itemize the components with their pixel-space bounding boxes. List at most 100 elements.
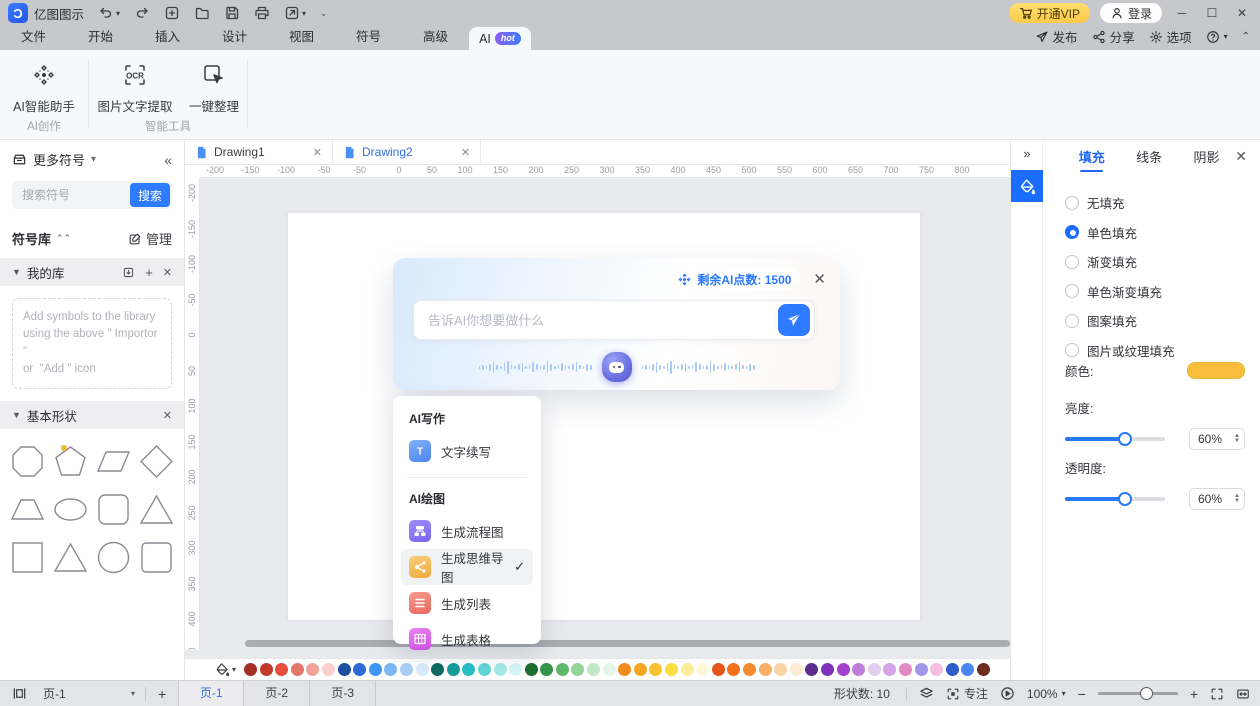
more-symbols-button[interactable]: 更多符号 (33, 150, 85, 169)
maximize-button[interactable]: ☐ (1202, 6, 1222, 20)
color-swatch[interactable] (244, 663, 257, 676)
page-tab[interactable]: 页-2 (244, 681, 310, 706)
horizontal-scrollbar[interactable] (245, 640, 1010, 647)
expand-panel-button[interactable]: » (1011, 146, 1043, 161)
color-swatch[interactable] (946, 663, 959, 676)
color-swatch[interactable] (416, 663, 429, 676)
shape-circle[interactable] (92, 537, 135, 578)
shape-diamond[interactable] (135, 441, 178, 482)
layers-button[interactable] (919, 686, 934, 701)
color-swatch[interactable] (759, 663, 772, 676)
color-swatch[interactable] (400, 663, 413, 676)
format-tab-active[interactable]: 填充 (1063, 141, 1120, 172)
color-swatch[interactable] (556, 663, 569, 676)
color-swatch[interactable] (681, 663, 694, 676)
radio-button[interactable] (1065, 284, 1079, 298)
ai-mascot-icon[interactable] (602, 352, 632, 382)
color-swatch[interactable] (977, 663, 990, 676)
color-swatch[interactable] (961, 663, 974, 676)
color-swatch[interactable] (525, 663, 538, 676)
more-tools-button[interactable]: ⌄ (320, 8, 328, 19)
color-swatch[interactable] (509, 663, 522, 676)
add-symbol-button[interactable]: + (145, 265, 153, 280)
radio-button[interactable] (1065, 255, 1079, 269)
add-page-button[interactable]: + (146, 686, 178, 702)
format-tab-inactive[interactable]: 线条 (1120, 141, 1177, 172)
color-swatch[interactable] (571, 663, 584, 676)
color-swatch[interactable] (353, 663, 366, 676)
ai-send-button[interactable] (778, 304, 810, 336)
color-swatch[interactable] (696, 663, 709, 676)
zoom-slider[interactable] (1098, 692, 1178, 695)
shape-octagon[interactable] (6, 441, 49, 482)
shape-ellipse[interactable] (49, 489, 92, 530)
color-swatch[interactable] (462, 663, 475, 676)
fill-option[interactable]: 单色渐变填充 (1065, 277, 1260, 307)
brightness-slider[interactable] (1065, 437, 1165, 441)
fill-color-tool[interactable]: ▾ (215, 662, 236, 677)
color-swatch[interactable] (852, 663, 865, 676)
close-window-button[interactable]: ✕ (1232, 6, 1252, 20)
fullscreen-button[interactable] (1210, 687, 1224, 701)
ai-assistant-button[interactable]: AI智能助手 (0, 60, 88, 115)
menu-tab-3[interactable]: 插入 (134, 26, 201, 50)
shape-triangle[interactable] (135, 489, 178, 530)
format-tab-inactive[interactable]: 阴影 (1178, 141, 1235, 172)
minimize-button[interactable]: ─ (1172, 6, 1192, 20)
close-ai-dialog-button[interactable]: ✕ (813, 270, 826, 288)
ai-menu-item-list[interactable]: 生成列表 (401, 585, 533, 621)
fit-page-button[interactable] (1236, 687, 1250, 701)
share-button[interactable]: 分享 (1092, 27, 1135, 46)
ai-menu-item-table[interactable]: 生成表格 (401, 621, 533, 657)
color-swatch[interactable] (712, 663, 725, 676)
ai-menu-item-flowchart[interactable]: 生成流程图 (401, 513, 533, 549)
opacity-slider[interactable] (1065, 497, 1165, 501)
document-tab[interactable]: Drawing2✕ (333, 140, 481, 165)
color-swatch[interactable] (727, 663, 740, 676)
shape-triangle[interactable] (49, 537, 92, 578)
collapse-sidebar-button[interactable]: « (164, 152, 172, 168)
symbol-search-button[interactable]: 搜索 (130, 183, 170, 207)
color-swatch[interactable] (743, 663, 756, 676)
radio-button[interactable] (1065, 314, 1079, 328)
vip-button[interactable]: 开通VIP (1009, 3, 1090, 23)
color-swatch[interactable] (868, 663, 881, 676)
color-swatch[interactable] (338, 663, 351, 676)
shape-parallelogram[interactable] (92, 441, 135, 482)
close-document-button[interactable]: ✕ (313, 146, 322, 159)
color-swatch[interactable] (306, 663, 319, 676)
color-swatch[interactable] (821, 663, 834, 676)
close-panel-button[interactable]: ✕ (1235, 148, 1247, 165)
menu-tab-5[interactable]: 视图 (268, 26, 335, 50)
shape-square[interactable] (6, 537, 49, 578)
color-swatch[interactable] (805, 663, 818, 676)
page-selector[interactable]: 页-1▾ (33, 685, 145, 702)
presentation-button[interactable] (1000, 686, 1015, 701)
close-my-library-button[interactable]: ✕ (163, 266, 172, 279)
color-swatch[interactable] (291, 663, 304, 676)
brightness-stepper[interactable]: 60%▲▼ (1189, 428, 1245, 450)
symbol-search-input[interactable] (22, 188, 130, 202)
focus-mode-button[interactable]: 专注 (946, 685, 988, 702)
login-button[interactable]: 登录 (1100, 3, 1162, 23)
options-button[interactable]: 选项 (1149, 27, 1192, 46)
my-library-section-header[interactable]: ▼ 我的库 + ✕ (0, 258, 184, 286)
fill-option[interactable]: 单色填充 (1065, 218, 1260, 248)
color-swatch[interactable] (899, 663, 912, 676)
color-swatch[interactable] (603, 663, 616, 676)
ai-prompt-input[interactable] (428, 313, 778, 328)
color-swatch[interactable] (587, 663, 600, 676)
color-swatch[interactable] (384, 663, 397, 676)
export-button[interactable]: ▾ (284, 5, 306, 21)
color-swatch[interactable] (478, 663, 491, 676)
color-swatch[interactable] (665, 663, 678, 676)
close-document-button[interactable]: ✕ (461, 146, 470, 159)
color-swatch[interactable] (494, 663, 507, 676)
shape-rounded-square-small[interactable] (135, 537, 178, 578)
fill-color-swatch[interactable] (1187, 362, 1245, 379)
color-swatch[interactable] (260, 663, 273, 676)
drawing-viewport[interactable] (200, 178, 1010, 650)
menu-tab-4[interactable]: 设计 (201, 26, 268, 50)
ocr-extract-button[interactable]: OCR 图片文字提取 (89, 60, 181, 115)
fill-option[interactable]: 渐变填充 (1065, 247, 1260, 277)
